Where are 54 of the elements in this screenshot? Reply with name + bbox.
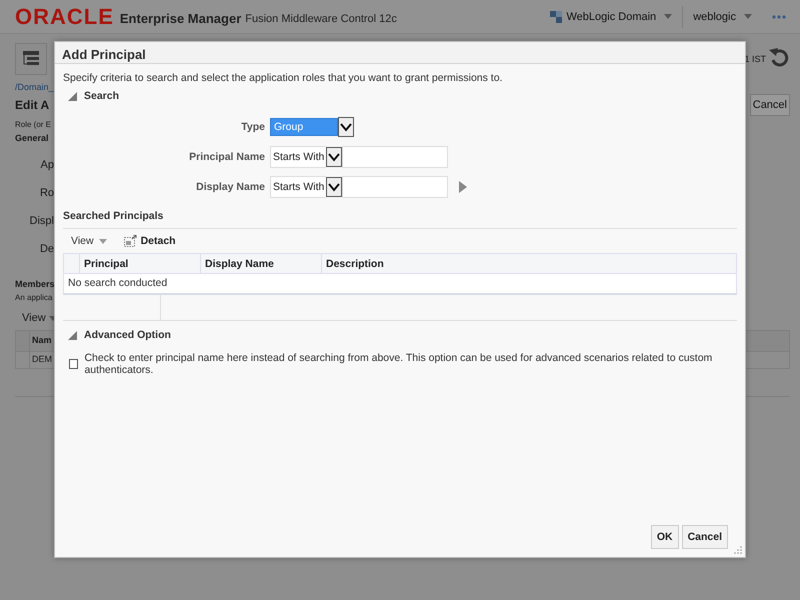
operator-dropdown[interactable]: Starts With — [270, 146, 326, 168]
expanded-triangle-icon[interactable] — [68, 92, 77, 100]
role-text: Role (or E — [15, 120, 52, 129]
field-label: Type — [240, 121, 266, 133]
view-menu[interactable]: View — [22, 312, 46, 324]
members-text: An applica — [15, 293, 52, 302]
refresh-icon[interactable] — [768, 47, 790, 67]
detach-button[interactable]: Detach — [140, 235, 176, 247]
field-label: De — [38, 242, 54, 257]
resize-grip-icon[interactable] — [734, 546, 742, 554]
column-header: Description — [325, 257, 385, 272]
dropdown-icon[interactable] — [326, 147, 342, 167]
field-label: Ap — [40, 158, 54, 173]
table-cell-text: DEM — [31, 353, 53, 366]
field-label: Principal Name — [188, 151, 266, 163]
logo: ORACLE — [15, 4, 114, 30]
cancel-button[interactable]: Cancel — [750, 94, 790, 116]
user-menu[interactable]: weblogic — [693, 10, 736, 22]
play-icon[interactable] — [459, 181, 468, 193]
product-name: Enterprise Manager — [120, 11, 242, 26]
domain-menu[interactable]: WebLogic Domain — [566, 10, 656, 22]
checkbox[interactable] — [69, 359, 78, 369]
column-header: Display Name — [201, 254, 322, 273]
domain-icon — [548, 10, 562, 24]
cancel-button[interactable]: Cancel — [682, 525, 728, 549]
expanded-triangle-icon[interactable] — [68, 330, 77, 340]
caret-icon — [98, 238, 107, 244]
caret-icon — [664, 14, 672, 19]
dropdown-icon[interactable] — [326, 177, 342, 197]
operator-dropdown[interactable]: Starts With — [270, 176, 326, 198]
column-header: Nam — [31, 334, 53, 347]
dropdown-icon[interactable] — [338, 117, 354, 137]
more-icon[interactable] — [772, 14, 786, 18]
section-header[interactable]: Advanced Option — [84, 329, 171, 341]
instruction-text: Specify criteria to search and select the application roles that you want to grant permissions to. — [63, 72, 504, 84]
column-header: Principal — [80, 254, 201, 273]
dialog-title: Add Principal — [55, 42, 745, 64]
section-title: Members — [15, 279, 55, 289]
product-subtitle: Fusion Middleware Control 12c — [245, 13, 397, 25]
input-field[interactable] — [342, 176, 448, 198]
section-title: General — [15, 133, 49, 143]
empty-message: No search conducted — [67, 276, 168, 291]
navigator-icon[interactable] — [15, 43, 47, 75]
field-label: Ro — [38, 186, 54, 201]
input-field[interactable] — [342, 146, 448, 168]
section-header[interactable]: Search — [84, 90, 120, 102]
view-menu[interactable]: View — [71, 235, 94, 247]
caret-icon — [744, 14, 752, 19]
page-title: Edit A — [15, 98, 50, 112]
section-title: Searched Principals — [63, 210, 737, 229]
detach-icon[interactable] — [124, 235, 137, 247]
checkbox-label: Check to enter principal name here instead of searching from above. This option can be used for advanced scenarios related to custom authenticators. — [84, 352, 714, 376]
field-label: Display Name — [195, 181, 266, 193]
ok-button[interactable]: OK — [650, 525, 679, 549]
